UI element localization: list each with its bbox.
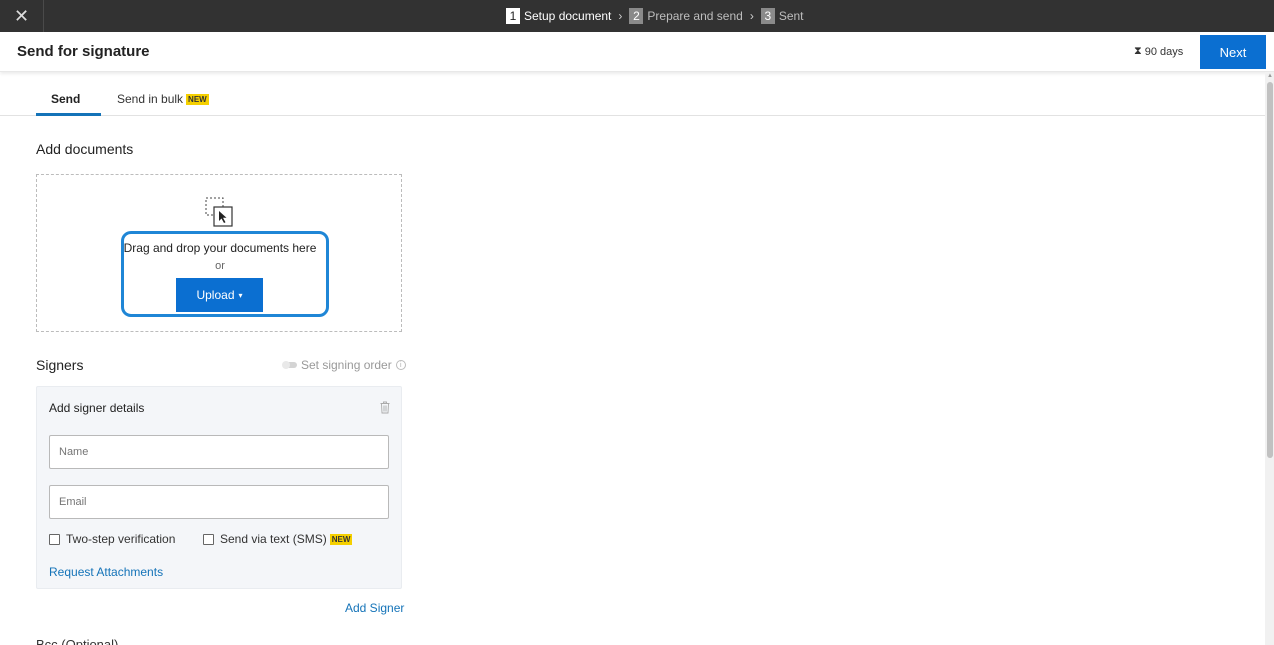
new-badge: NEW bbox=[186, 93, 209, 105]
caret-down-icon: ▾ bbox=[238, 290, 243, 300]
email-field[interactable] bbox=[49, 485, 389, 519]
expiry-indicator[interactable]: ⧗ 90 days bbox=[1134, 45, 1183, 58]
scrollbar-thumb[interactable] bbox=[1267, 82, 1273, 458]
signers-heading: Signers bbox=[36, 357, 84, 373]
add-documents-heading: Add documents bbox=[36, 141, 134, 157]
page-header: Send for signature ⧗ 90 days Next bbox=[0, 32, 1274, 72]
page-title: Send for signature bbox=[17, 43, 150, 60]
progress-steps: 1 Setup document › 2 Prepare and send › … bbox=[506, 0, 804, 32]
new-badge: NEW bbox=[329, 533, 353, 545]
request-attachments-link[interactable]: Request Attachments bbox=[49, 565, 163, 579]
step-label: Setup document bbox=[524, 9, 612, 23]
trash-icon[interactable] bbox=[380, 401, 390, 414]
step-label: Prepare and send bbox=[647, 9, 743, 23]
info-icon[interactable]: i bbox=[395, 360, 406, 370]
tab-send-in-bulk[interactable]: Send in bulk NEW bbox=[117, 92, 209, 106]
signing-order-label: Set signing order bbox=[301, 358, 392, 372]
close-button[interactable]: ✕ bbox=[0, 0, 44, 32]
step-number: 3 bbox=[760, 8, 775, 24]
top-bar: ✕ 1 Setup document › 2 Prepare and send … bbox=[0, 0, 1274, 32]
step-setup-document: 1 Setup document bbox=[506, 8, 611, 24]
bcc-section-heading: Bcc (Optional) bbox=[36, 637, 119, 645]
chevron-right-icon: › bbox=[618, 9, 623, 23]
next-button[interactable]: Next bbox=[1200, 35, 1266, 69]
upload-label: Upload bbox=[196, 288, 235, 302]
signer-card-title: Add signer details bbox=[49, 401, 145, 415]
send-tabs: Send Send in bulk NEW bbox=[0, 72, 1265, 116]
drag-drop-icon bbox=[205, 197, 233, 227]
or-separator: or bbox=[215, 260, 225, 272]
chevron-right-icon: › bbox=[749, 9, 754, 23]
dropzone-instructions: Drag and drop your documents here bbox=[123, 241, 317, 255]
step-prepare-and-send: 2 Prepare and send bbox=[629, 8, 743, 24]
active-tab-indicator bbox=[36, 113, 101, 116]
step-number: 2 bbox=[629, 8, 644, 24]
step-label: Sent bbox=[778, 9, 804, 23]
tab-label: Send in bulk bbox=[117, 92, 184, 106]
name-field[interactable] bbox=[49, 435, 389, 469]
close-icon: ✕ bbox=[13, 5, 30, 26]
two-step-verification-option[interactable]: Two-step verification bbox=[49, 532, 175, 546]
sms-label: Send via text (SMS) bbox=[220, 532, 327, 546]
upload-button[interactable]: Upload ▾ bbox=[176, 278, 263, 312]
tab-send[interactable]: Send bbox=[51, 92, 80, 106]
scroll-up-icon[interactable]: ▲ bbox=[1266, 72, 1274, 80]
toggle-switch[interactable] bbox=[282, 361, 297, 369]
two-step-checkbox[interactable] bbox=[49, 533, 60, 545]
two-step-label: Two-step verification bbox=[66, 532, 176, 546]
sms-checkbox[interactable] bbox=[203, 533, 214, 545]
signer-card: Add signer details Two-step verification… bbox=[36, 386, 402, 589]
document-dropzone[interactable]: Drag and drop your documents here or Upl… bbox=[36, 174, 402, 332]
sms-option[interactable]: Send via text (SMS) NEW bbox=[203, 532, 353, 546]
add-signer-link[interactable]: Add Signer bbox=[345, 601, 404, 615]
expiry-label: 90 days bbox=[1144, 45, 1184, 58]
hourglass-icon: ⧗ bbox=[1134, 45, 1142, 57]
signing-order-toggle[interactable]: Set signing order i bbox=[282, 358, 406, 372]
step-number: 1 bbox=[506, 8, 520, 24]
step-sent: 3 Sent bbox=[760, 8, 804, 24]
